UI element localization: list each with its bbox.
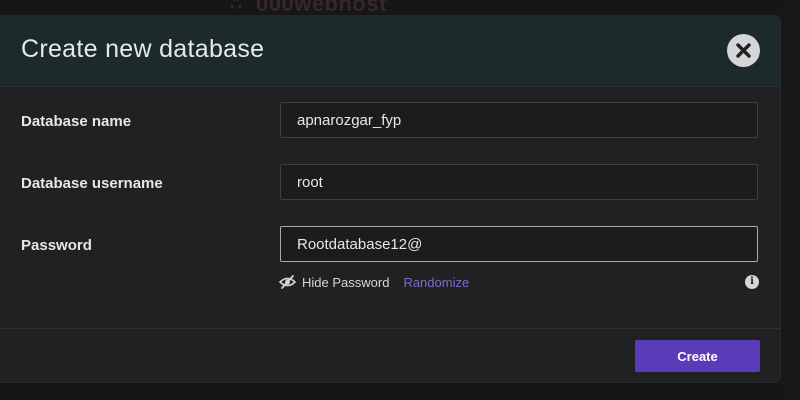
database-name-label: Database name xyxy=(21,113,132,130)
password-tools: Hide Password Randomize xyxy=(279,273,469,291)
logo-mark-icon xyxy=(230,0,242,9)
hide-password-toggle[interactable]: Hide Password xyxy=(279,275,389,290)
footer-divider xyxy=(0,328,780,329)
password-input[interactable] xyxy=(280,226,758,262)
create-database-dialog: Create new database Database name Databa… xyxy=(0,16,780,382)
close-icon xyxy=(736,43,751,58)
page-right-edge xyxy=(780,0,800,400)
background-logo: 000webhost xyxy=(226,0,387,16)
background-logo-text: 000webhost xyxy=(256,0,387,16)
database-username-label: Database username xyxy=(21,175,163,192)
database-name-input[interactable] xyxy=(280,102,758,138)
hide-password-label: Hide Password xyxy=(302,274,390,290)
eye-slash-icon xyxy=(279,275,296,289)
database-username-input[interactable] xyxy=(280,164,758,200)
password-label: Password xyxy=(21,237,92,254)
info-icon[interactable]: i xyxy=(745,275,759,289)
close-button[interactable] xyxy=(727,34,760,67)
create-button[interactable]: Create xyxy=(635,340,760,372)
dialog-header: Create new database xyxy=(0,16,780,87)
dialog-title: Create new database xyxy=(21,35,265,63)
randomize-link[interactable]: Randomize xyxy=(403,275,469,290)
